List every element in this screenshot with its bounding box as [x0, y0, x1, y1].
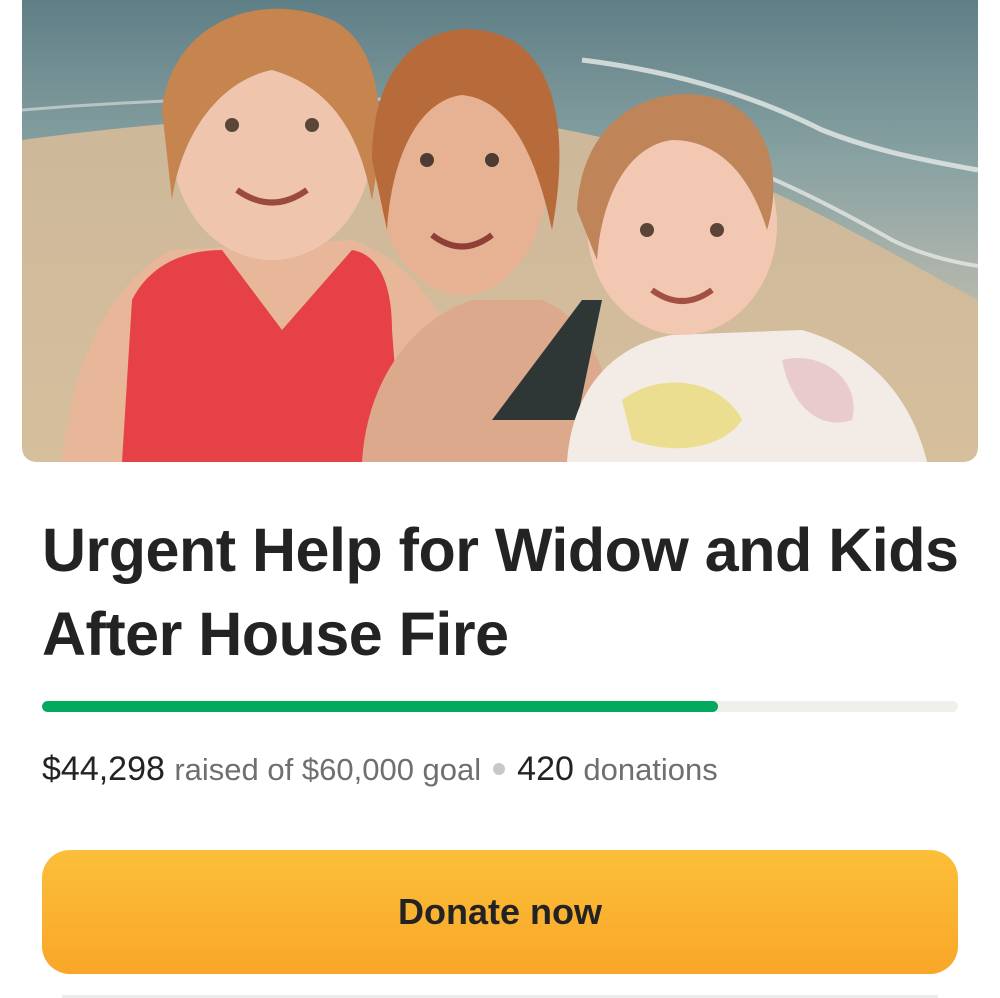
- progress-bar: [42, 701, 958, 712]
- separator-dot: [493, 763, 506, 776]
- campaign-title: Urgent Help for Widow and Kids After Hou…: [42, 516, 959, 668]
- goal-text: raised of $60,000 goal: [174, 752, 482, 787]
- campaign-photo-image: [22, 0, 978, 462]
- campaign-photo: [22, 0, 978, 462]
- amount-raised: $44,298: [42, 750, 165, 788]
- donation-label: donations: [583, 752, 718, 787]
- donate-now-button[interactable]: Donate now: [42, 850, 958, 974]
- donation-count: 420: [517, 750, 574, 788]
- funding-stats: $44,298 raised of $60,000 goal 420 donati…: [42, 745, 962, 794]
- progress-bar-fill: [42, 701, 718, 712]
